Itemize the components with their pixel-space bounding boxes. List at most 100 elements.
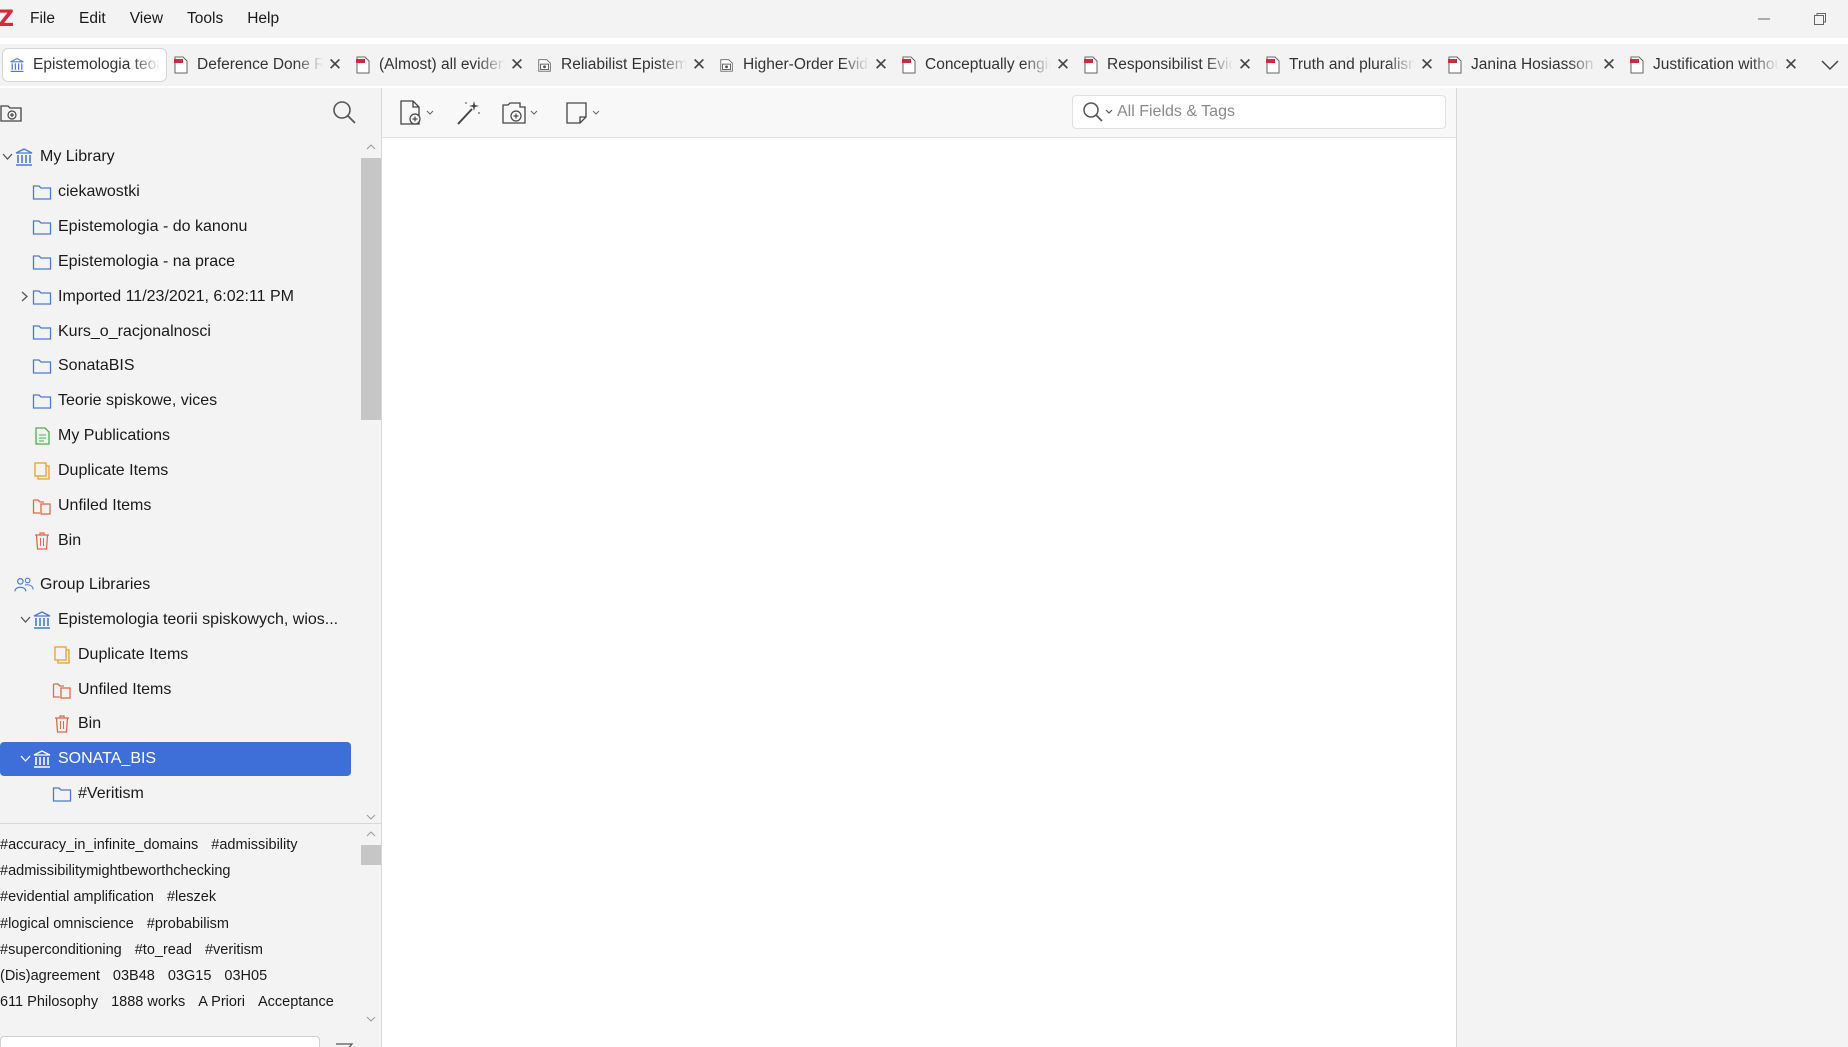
chevron-down-icon[interactable] xyxy=(18,613,32,627)
tag-item[interactable]: Acceptance xyxy=(258,994,334,1010)
group-libraries-header[interactable]: Group Libraries xyxy=(0,568,351,602)
new-item-button[interactable] xyxy=(398,99,434,127)
duplicate-icon xyxy=(52,645,72,665)
tag-scroll-up-arrow[interactable] xyxy=(361,827,381,841)
tag-item[interactable]: #leszek xyxy=(167,889,216,905)
new-collection-button[interactable] xyxy=(0,100,26,126)
collection-scrollbar-thumb[interactable] xyxy=(361,158,381,420)
item-search-box[interactable] xyxy=(1072,95,1446,129)
tag-item[interactable]: 03B48 xyxy=(113,968,155,984)
tag-item[interactable]: #admissibilitymightbeworthchecking xyxy=(0,863,231,879)
tag-item[interactable]: 03H05 xyxy=(224,968,267,984)
tag-item[interactable]: #superconditioning xyxy=(0,942,122,958)
tag-selector-divider[interactable] xyxy=(0,823,381,824)
library-icon xyxy=(9,56,25,74)
tag-actions-button[interactable] xyxy=(334,1038,354,1047)
collection-item-1[interactable]: Epistemologia - do kanonu xyxy=(0,210,351,244)
tab-9[interactable]: Justification without ✕ xyxy=(1623,48,1805,82)
menu-view[interactable]: View xyxy=(118,10,175,28)
tab-6[interactable]: Responsibilist Evidentialism✕ xyxy=(1077,48,1259,82)
add-attachment-button[interactable] xyxy=(500,99,538,127)
close-icon[interactable]: ✕ xyxy=(1237,55,1253,75)
items-list[interactable] xyxy=(382,139,1456,1047)
collection-item-5[interactable]: SonataBIS xyxy=(0,349,351,383)
collection-label: Unfiled Items xyxy=(58,497,152,514)
tab-2[interactable]: (Almost) all evidence✕ xyxy=(349,48,531,82)
collection-item-4[interactable]: Kurs_o_racjonalnosci xyxy=(0,315,351,349)
folder-icon xyxy=(32,356,52,376)
close-icon[interactable]: ✕ xyxy=(1419,55,1435,75)
minimize-button[interactable] xyxy=(1736,0,1792,38)
collection-item-8[interactable]: Duplicate Items xyxy=(0,454,351,488)
tag-item[interactable]: #evidential amplification xyxy=(0,889,154,905)
chevron-down-icon[interactable] xyxy=(0,150,14,164)
tag-item[interactable]: #to_read xyxy=(135,942,192,958)
tag-item[interactable]: #admissibility xyxy=(211,837,297,853)
library-icon xyxy=(32,610,52,630)
menu-help[interactable]: Help xyxy=(235,10,291,28)
search-input[interactable] xyxy=(1117,103,1417,121)
scroll-down-arrow[interactable] xyxy=(361,810,381,824)
collection-item-6[interactable]: Teorie spiskowe, vices xyxy=(0,384,351,418)
new-item-icon xyxy=(400,100,421,125)
tag-item[interactable]: 1888 works xyxy=(111,994,185,1010)
collection-item-2[interactable]: Epistemologia - na prace xyxy=(0,245,351,279)
search-mode-button[interactable] xyxy=(1077,95,1117,129)
close-icon[interactable]: ✕ xyxy=(873,55,889,75)
menu-edit[interactable]: Edit xyxy=(67,10,118,28)
new-note-button[interactable] xyxy=(564,99,600,127)
tag-item[interactable]: 03G15 xyxy=(168,968,212,984)
collection-item-10[interactable]: Bin xyxy=(0,524,351,558)
close-icon[interactable]: ✕ xyxy=(1055,55,1071,75)
group1-child-2[interactable]: Bin xyxy=(0,707,351,741)
tab-1[interactable]: Deference Done Right✕ xyxy=(167,48,349,82)
collection-label: Epistemologia - na prace xyxy=(58,252,235,270)
tag-item[interactable]: #probabilism xyxy=(147,916,229,932)
restore-button[interactable] xyxy=(1792,0,1848,38)
collection-item-3[interactable]: Imported 11/23/2021, 6:02:11 PM xyxy=(0,280,351,314)
menu-tools[interactable]: Tools xyxy=(175,10,235,28)
collection-label: Duplicate Items xyxy=(58,462,169,480)
tag-item[interactable]: #veritism xyxy=(205,942,263,958)
tab-3[interactable]: Reliabilist Epistemology✕ xyxy=(531,48,713,82)
collection-search-button[interactable] xyxy=(330,98,358,126)
close-icon[interactable]: ✕ xyxy=(509,55,525,75)
group-library-sonata-bis[interactable]: SONATA_BIS xyxy=(0,742,351,777)
group1-child-0[interactable]: Duplicate Items xyxy=(0,638,351,672)
folder-icon xyxy=(52,784,72,804)
close-icon[interactable]: ✕ xyxy=(1783,55,1799,75)
group1-child-1[interactable]: Unfiled Items xyxy=(0,673,351,707)
menu-file[interactable]: File xyxy=(18,10,67,28)
tag-item[interactable]: #accuracy_in_infinite_domains xyxy=(0,837,198,853)
tag-item[interactable]: 611 Philosophy xyxy=(0,994,98,1010)
tag-item[interactable]: (Dis)agreement xyxy=(0,968,100,984)
add-by-identifier-button[interactable] xyxy=(454,99,482,127)
chevron-down-icon[interactable] xyxy=(18,752,32,766)
group2-child-0[interactable]: #Veritism xyxy=(0,777,351,811)
tag-item[interactable]: A Priori xyxy=(198,994,245,1010)
tag-filter-input[interactable] xyxy=(0,1036,320,1047)
tab-8[interactable]: Janina Hosiasson ✕ xyxy=(1441,48,1623,82)
group-library-epistemologia[interactable]: Epistemologia teorii spiskowych, wios... xyxy=(0,603,351,637)
collection-item-7[interactable]: My Publications xyxy=(0,419,351,453)
tab-5[interactable]: Conceptually engineering✕ xyxy=(895,48,1077,82)
close-icon[interactable]: ✕ xyxy=(327,55,343,75)
tab-4[interactable]: Higher-Order Evidence✕ xyxy=(713,48,895,82)
collection-label: My Library xyxy=(40,148,115,165)
tag-line: (Dis)agreement 03B48 03G15 03H05 xyxy=(0,963,358,989)
scroll-up-arrow[interactable] xyxy=(361,140,381,154)
tag-item[interactable]: #logical omniscience xyxy=(0,916,134,932)
tab-0[interactable]: Epistemologia teorii spiskowych xyxy=(2,48,167,82)
tag-scrollbar-thumb[interactable] xyxy=(361,845,381,865)
chevron-right-icon[interactable] xyxy=(18,290,32,304)
collection-item-9[interactable]: Unfiled Items xyxy=(0,489,351,523)
tab-7[interactable]: Truth and pluralism ✕ xyxy=(1259,48,1441,82)
tag-scroll-down-arrow[interactable] xyxy=(361,1012,381,1026)
close-icon[interactable]: ✕ xyxy=(1601,55,1617,75)
tab-label: Deference Done Right xyxy=(197,56,323,73)
collection-item-0[interactable]: ciekawostki xyxy=(0,175,351,209)
close-icon[interactable]: ✕ xyxy=(691,55,707,75)
tab-overflow-button[interactable] xyxy=(1812,44,1848,86)
my-library[interactable]: My Library xyxy=(0,140,351,174)
